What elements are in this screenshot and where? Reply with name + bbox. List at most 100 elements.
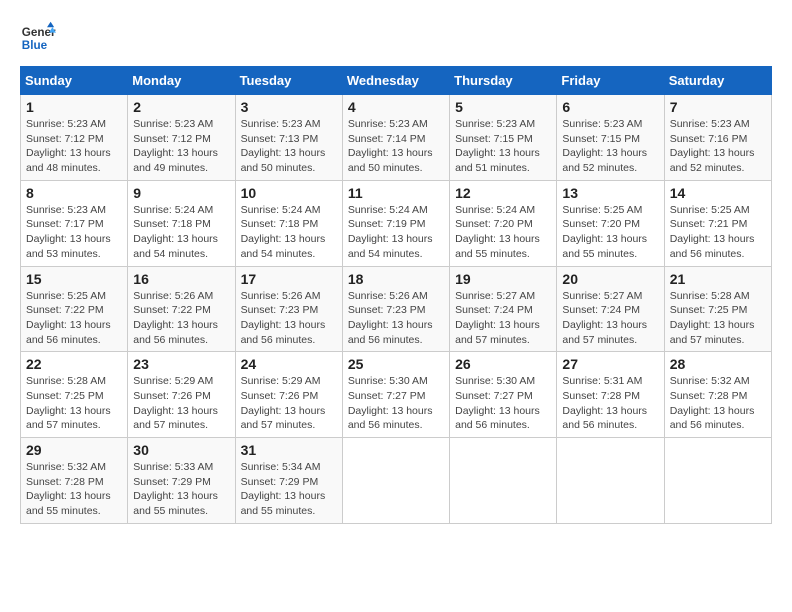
day-number: 4 bbox=[348, 99, 444, 115]
header-cell-tuesday: Tuesday bbox=[235, 67, 342, 95]
day-info: Sunrise: 5:25 AM Sunset: 7:20 PM Dayligh… bbox=[562, 203, 658, 262]
day-number: 2 bbox=[133, 99, 229, 115]
day-number: 10 bbox=[241, 185, 337, 201]
day-cell: 9 Sunrise: 5:24 AM Sunset: 7:18 PM Daylig… bbox=[128, 180, 235, 266]
day-cell: 7 Sunrise: 5:23 AM Sunset: 7:16 PM Daylig… bbox=[664, 95, 771, 181]
day-info: Sunrise: 5:23 AM Sunset: 7:17 PM Dayligh… bbox=[26, 203, 122, 262]
day-info: Sunrise: 5:33 AM Sunset: 7:29 PM Dayligh… bbox=[133, 460, 229, 519]
day-info: Sunrise: 5:30 AM Sunset: 7:27 PM Dayligh… bbox=[348, 374, 444, 433]
logo: General Blue bbox=[20, 20, 56, 56]
day-cell: 30 Sunrise: 5:33 AM Sunset: 7:29 PM Dayli… bbox=[128, 438, 235, 524]
week-row-4: 22 Sunrise: 5:28 AM Sunset: 7:25 PM Dayli… bbox=[21, 352, 772, 438]
day-info: Sunrise: 5:23 AM Sunset: 7:15 PM Dayligh… bbox=[455, 117, 551, 176]
day-number: 16 bbox=[133, 271, 229, 287]
day-info: Sunrise: 5:30 AM Sunset: 7:27 PM Dayligh… bbox=[455, 374, 551, 433]
day-cell: 5 Sunrise: 5:23 AM Sunset: 7:15 PM Daylig… bbox=[450, 95, 557, 181]
day-cell: 1 Sunrise: 5:23 AM Sunset: 7:12 PM Daylig… bbox=[21, 95, 128, 181]
header-cell-saturday: Saturday bbox=[664, 67, 771, 95]
day-cell: 21 Sunrise: 5:28 AM Sunset: 7:25 PM Dayli… bbox=[664, 266, 771, 352]
day-cell: 8 Sunrise: 5:23 AM Sunset: 7:17 PM Daylig… bbox=[21, 180, 128, 266]
day-number: 1 bbox=[26, 99, 122, 115]
day-cell: 3Sunrise: 5:23 AM Sunset: 7:13 PM Daylig… bbox=[235, 95, 342, 181]
day-info: Sunrise: 5:24 AM Sunset: 7:19 PM Dayligh… bbox=[348, 203, 444, 262]
day-info: Sunrise: 5:29 AM Sunset: 7:26 PM Dayligh… bbox=[241, 374, 337, 433]
week-row-2: 8 Sunrise: 5:23 AM Sunset: 7:17 PM Daylig… bbox=[21, 180, 772, 266]
day-number: 5 bbox=[455, 99, 551, 115]
day-number: 17 bbox=[241, 271, 337, 287]
day-cell: 20Sunrise: 5:27 AM Sunset: 7:24 PM Dayli… bbox=[557, 266, 664, 352]
day-info: Sunrise: 5:31 AM Sunset: 7:28 PM Dayligh… bbox=[562, 374, 658, 433]
day-cell: 2 Sunrise: 5:23 AM Sunset: 7:12 PM Daylig… bbox=[128, 95, 235, 181]
day-number: 24 bbox=[241, 356, 337, 372]
day-info: Sunrise: 5:23 AM Sunset: 7:12 PM Dayligh… bbox=[26, 117, 122, 176]
day-info: Sunrise: 5:32 AM Sunset: 7:28 PM Dayligh… bbox=[670, 374, 766, 433]
day-cell: 14Sunrise: 5:25 AM Sunset: 7:21 PM Dayli… bbox=[664, 180, 771, 266]
day-info: Sunrise: 5:23 AM Sunset: 7:14 PM Dayligh… bbox=[348, 117, 444, 176]
header-cell-wednesday: Wednesday bbox=[342, 67, 449, 95]
day-cell: 25 Sunrise: 5:30 AM Sunset: 7:27 PM Dayli… bbox=[342, 352, 449, 438]
day-info: Sunrise: 5:26 AM Sunset: 7:23 PM Dayligh… bbox=[348, 289, 444, 348]
day-cell: 11 Sunrise: 5:24 AM Sunset: 7:19 PM Dayli… bbox=[342, 180, 449, 266]
header-cell-sunday: Sunday bbox=[21, 67, 128, 95]
day-number: 7 bbox=[670, 99, 766, 115]
day-cell: 13 Sunrise: 5:25 AM Sunset: 7:20 PM Dayli… bbox=[557, 180, 664, 266]
day-cell bbox=[557, 438, 664, 524]
day-cell: 4 Sunrise: 5:23 AM Sunset: 7:14 PM Daylig… bbox=[342, 95, 449, 181]
day-cell: 27Sunrise: 5:31 AM Sunset: 7:28 PM Dayli… bbox=[557, 352, 664, 438]
day-cell: 26 Sunrise: 5:30 AM Sunset: 7:27 PM Dayli… bbox=[450, 352, 557, 438]
day-number: 30 bbox=[133, 442, 229, 458]
header-cell-thursday: Thursday bbox=[450, 67, 557, 95]
day-cell: 23 Sunrise: 5:29 AM Sunset: 7:26 PM Dayli… bbox=[128, 352, 235, 438]
day-cell: 19Sunrise: 5:27 AM Sunset: 7:24 PM Dayli… bbox=[450, 266, 557, 352]
day-info: Sunrise: 5:26 AM Sunset: 7:23 PM Dayligh… bbox=[241, 289, 337, 348]
day-cell: 22 Sunrise: 5:28 AM Sunset: 7:25 PM Dayli… bbox=[21, 352, 128, 438]
day-cell: 18 Sunrise: 5:26 AM Sunset: 7:23 PM Dayli… bbox=[342, 266, 449, 352]
day-cell: 31Sunrise: 5:34 AM Sunset: 7:29 PM Dayli… bbox=[235, 438, 342, 524]
day-info: Sunrise: 5:23 AM Sunset: 7:12 PM Dayligh… bbox=[133, 117, 229, 176]
day-info: Sunrise: 5:32 AM Sunset: 7:28 PM Dayligh… bbox=[26, 460, 122, 519]
day-number: 11 bbox=[348, 185, 444, 201]
day-number: 13 bbox=[562, 185, 658, 201]
day-number: 21 bbox=[670, 271, 766, 287]
day-number: 25 bbox=[348, 356, 444, 372]
day-info: Sunrise: 5:24 AM Sunset: 7:18 PM Dayligh… bbox=[133, 203, 229, 262]
day-info: Sunrise: 5:23 AM Sunset: 7:13 PM Dayligh… bbox=[241, 117, 337, 176]
day-cell: 12Sunrise: 5:24 AM Sunset: 7:20 PM Dayli… bbox=[450, 180, 557, 266]
day-number: 26 bbox=[455, 356, 551, 372]
header-row: SundayMondayTuesdayWednesdayThursdayFrid… bbox=[21, 67, 772, 95]
header-cell-friday: Friday bbox=[557, 67, 664, 95]
day-info: Sunrise: 5:28 AM Sunset: 7:25 PM Dayligh… bbox=[670, 289, 766, 348]
day-info: Sunrise: 5:26 AM Sunset: 7:22 PM Dayligh… bbox=[133, 289, 229, 348]
day-number: 22 bbox=[26, 356, 122, 372]
day-info: Sunrise: 5:23 AM Sunset: 7:16 PM Dayligh… bbox=[670, 117, 766, 176]
day-info: Sunrise: 5:28 AM Sunset: 7:25 PM Dayligh… bbox=[26, 374, 122, 433]
day-number: 18 bbox=[348, 271, 444, 287]
day-number: 14 bbox=[670, 185, 766, 201]
day-number: 9 bbox=[133, 185, 229, 201]
day-cell: 28 Sunrise: 5:32 AM Sunset: 7:28 PM Dayli… bbox=[664, 352, 771, 438]
week-row-3: 15Sunrise: 5:25 AM Sunset: 7:22 PM Dayli… bbox=[21, 266, 772, 352]
day-number: 6 bbox=[562, 99, 658, 115]
day-cell: 29Sunrise: 5:32 AM Sunset: 7:28 PM Dayli… bbox=[21, 438, 128, 524]
day-number: 23 bbox=[133, 356, 229, 372]
header-cell-monday: Monday bbox=[128, 67, 235, 95]
day-number: 15 bbox=[26, 271, 122, 287]
day-number: 28 bbox=[670, 356, 766, 372]
day-cell: 10 Sunrise: 5:24 AM Sunset: 7:18 PM Dayli… bbox=[235, 180, 342, 266]
day-cell: 6 Sunrise: 5:23 AM Sunset: 7:15 PM Daylig… bbox=[557, 95, 664, 181]
svg-text:General: General bbox=[22, 26, 56, 39]
logo-icon: General Blue bbox=[20, 20, 56, 56]
day-number: 8 bbox=[26, 185, 122, 201]
day-cell: 17 Sunrise: 5:26 AM Sunset: 7:23 PM Dayli… bbox=[235, 266, 342, 352]
svg-text:Blue: Blue bbox=[22, 39, 48, 52]
day-info: Sunrise: 5:27 AM Sunset: 7:24 PM Dayligh… bbox=[562, 289, 658, 348]
page-header: General Blue bbox=[20, 20, 772, 56]
day-info: Sunrise: 5:29 AM Sunset: 7:26 PM Dayligh… bbox=[133, 374, 229, 433]
day-cell: 15Sunrise: 5:25 AM Sunset: 7:22 PM Dayli… bbox=[21, 266, 128, 352]
day-info: Sunrise: 5:27 AM Sunset: 7:24 PM Dayligh… bbox=[455, 289, 551, 348]
day-cell: 16 Sunrise: 5:26 AM Sunset: 7:22 PM Dayli… bbox=[128, 266, 235, 352]
day-info: Sunrise: 5:24 AM Sunset: 7:18 PM Dayligh… bbox=[241, 203, 337, 262]
day-info: Sunrise: 5:23 AM Sunset: 7:15 PM Dayligh… bbox=[562, 117, 658, 176]
day-cell: 24 Sunrise: 5:29 AM Sunset: 7:26 PM Dayli… bbox=[235, 352, 342, 438]
calendar-table: SundayMondayTuesdayWednesdayThursdayFrid… bbox=[20, 66, 772, 524]
